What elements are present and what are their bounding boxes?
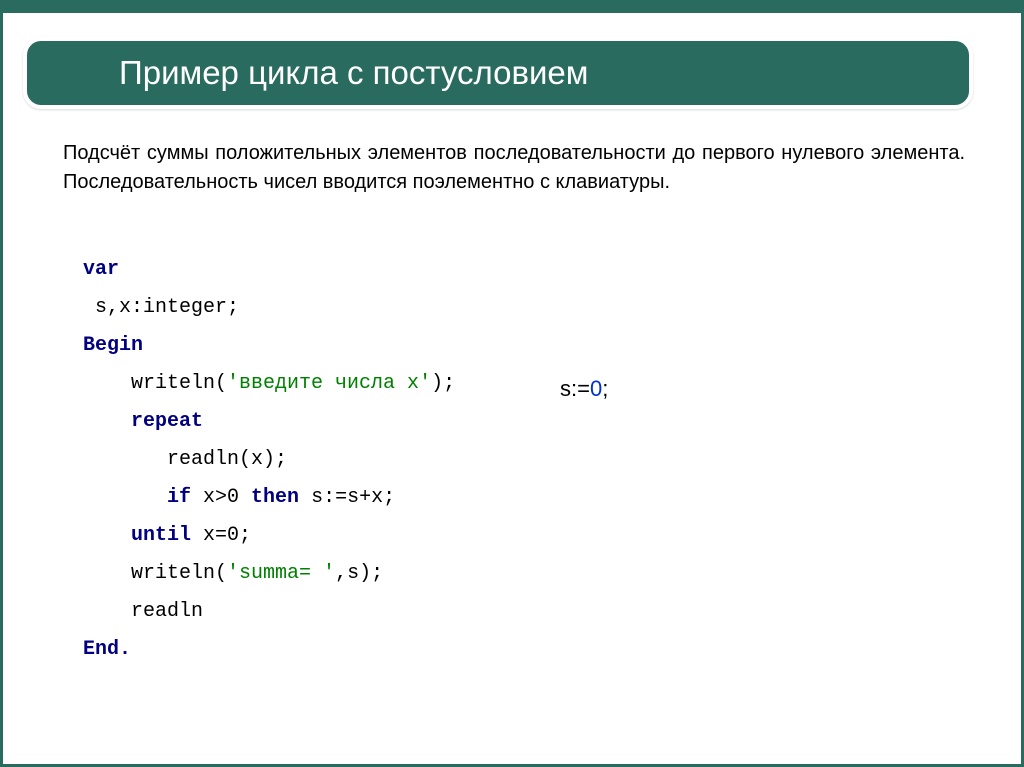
slide: Пример цикла с постусловием Подсчёт сумм… [0,0,1024,767]
code-line-until: until x=0; [83,517,923,555]
description-text: Подсчёт суммы положительных элементов по… [63,139,965,197]
code-line-writeln2: writeln('summa= ',s); [83,555,923,593]
code-line-repeat: repeat [83,403,923,441]
title-box: Пример цикла с постусловием [23,37,973,109]
annotation-init: s:=0; [560,376,608,402]
code-line-if: if x>0 then s:=s+x; [83,479,923,517]
code-line-end: End. [83,631,923,669]
top-accent-bar [3,3,1021,13]
code-block: var s,x:integer; Begin writeln('введите … [83,251,923,669]
annotation-prefix: s:= [560,376,590,401]
code-line-begin: Begin [83,327,923,365]
code-line-readln2: readln [83,593,923,631]
code-line-decl: s,x:integer; [83,289,923,327]
annotation-zero: 0 [590,376,602,401]
slide-title: Пример цикла с постусловием [119,54,588,92]
code-line-writeln1: writeln('введите числа x'); [83,365,923,403]
annotation-suffix: ; [602,376,608,401]
code-line-readln1: readln(x); [83,441,923,479]
code-line-var: var [83,251,923,289]
